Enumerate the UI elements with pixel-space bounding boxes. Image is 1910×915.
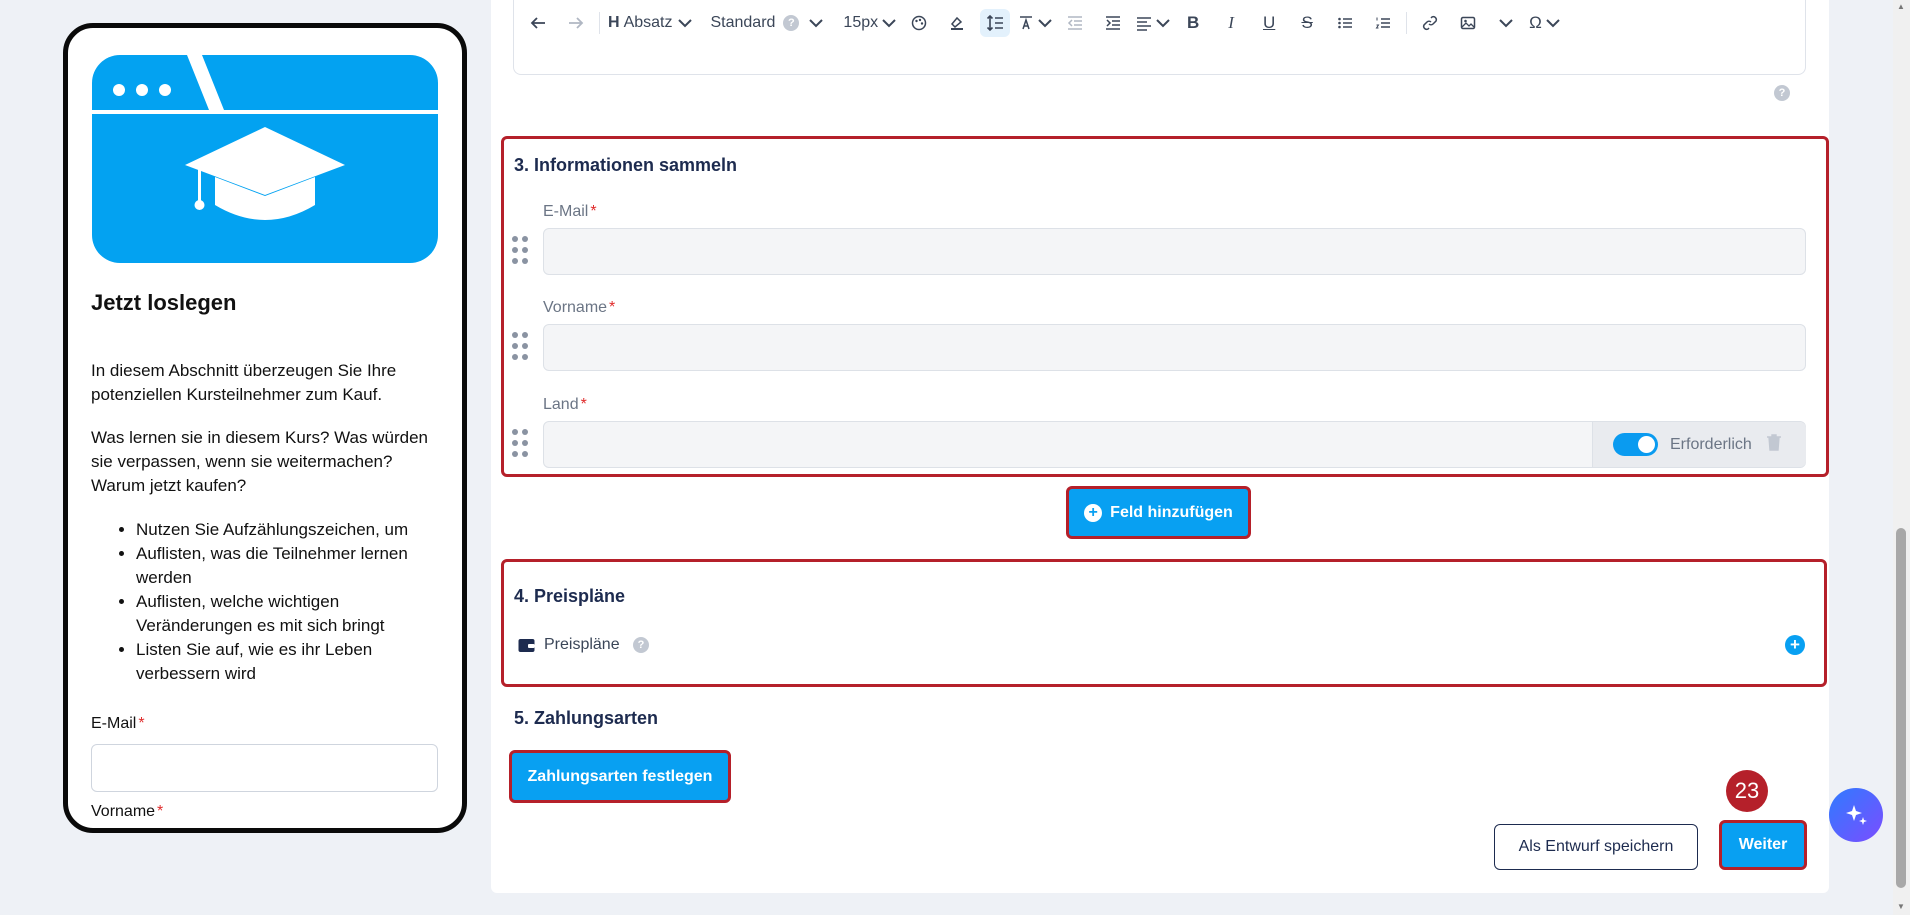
scroll-up-icon[interactable]: ▲ bbox=[1896, 2, 1906, 12]
underline-icon[interactable]: U bbox=[1254, 9, 1284, 37]
align-icon[interactable] bbox=[1136, 9, 1170, 37]
preview-bullet-list: Nutzen Sie Aufzählungszeichen, um Auflis… bbox=[91, 518, 451, 686]
required-toggle-label: Erforderlich bbox=[1670, 435, 1752, 453]
image-icon[interactable] bbox=[1453, 9, 1483, 37]
required-toggle[interactable] bbox=[1613, 433, 1658, 456]
list-item: Auflisten, was die Teilnehmer lernen wer… bbox=[136, 542, 451, 590]
chevron-down-icon bbox=[1156, 18, 1170, 28]
redo-icon[interactable] bbox=[561, 9, 591, 37]
preview-firstname-label: Vorname * bbox=[91, 803, 164, 820]
link-icon[interactable] bbox=[1415, 9, 1445, 37]
line-height-icon[interactable] bbox=[980, 9, 1011, 37]
step-badge: 23 bbox=[1726, 770, 1768, 812]
preview-paragraph: Was lernen sie in diesem Kurs? Was würde… bbox=[91, 428, 428, 495]
drag-handle-icon[interactable] bbox=[512, 236, 530, 266]
strikethrough-icon[interactable]: S bbox=[1292, 9, 1322, 37]
list-item: Listen Sie auf, wie es ihr Leben verbess… bbox=[136, 638, 451, 686]
pricing-plans-label: Preispläne bbox=[544, 636, 620, 653]
heading-label: Absatz bbox=[623, 14, 673, 31]
firstname-field[interactable] bbox=[543, 324, 1806, 371]
field-label-email: E-Mail * bbox=[543, 203, 597, 220]
preview-paragraph: In diesem Abschnitt überzeugen Sie Ihre … bbox=[91, 361, 397, 404]
section-title: 4. Preispläne bbox=[514, 586, 626, 606]
special-char-icon[interactable]: Ω bbox=[1529, 9, 1560, 37]
required-controls: Erforderlich bbox=[1592, 422, 1806, 467]
drag-handle-icon[interactable] bbox=[512, 332, 530, 362]
palette-icon[interactable] bbox=[904, 9, 934, 37]
toolbar-divider bbox=[1406, 12, 1408, 34]
italic-icon[interactable]: I bbox=[1216, 9, 1246, 37]
plus-icon: + bbox=[1084, 503, 1103, 522]
font-label: Standard bbox=[710, 14, 776, 31]
chevron-down-icon bbox=[1546, 18, 1560, 28]
text-style-icon[interactable] bbox=[1018, 9, 1052, 37]
set-payment-methods-button[interactable]: Zahlungsarten festlegen bbox=[509, 750, 731, 803]
chevron-down-icon bbox=[882, 18, 896, 28]
font-size-dropdown[interactable]: 15px bbox=[843, 9, 896, 37]
course-hero-image bbox=[92, 55, 438, 263]
editor-toolbar: H Absatz Standard ? 15px B I U S Ω bbox=[523, 9, 1568, 37]
help-icon[interactable]: ? bbox=[633, 637, 649, 653]
highlight-icon[interactable] bbox=[942, 9, 972, 37]
add-plan-icon[interactable]: + bbox=[1785, 635, 1805, 655]
section-title: 3. Informationen sammeln bbox=[514, 155, 738, 175]
next-label: Weiter bbox=[1738, 836, 1788, 853]
add-field-button[interactable]: + Feld hinzufügen bbox=[1066, 486, 1251, 539]
chevron-down-icon[interactable] bbox=[1491, 9, 1521, 37]
add-field-label: Feld hinzufügen bbox=[1110, 503, 1233, 521]
bold-icon[interactable]: B bbox=[1178, 9, 1208, 37]
list-item: Auflisten, welche wichtigen Veränderunge… bbox=[136, 590, 451, 638]
section-title: 5. Zahlungsarten bbox=[514, 708, 659, 728]
numbered-list-icon[interactable] bbox=[1368, 9, 1398, 37]
next-button[interactable]: Weiter bbox=[1719, 820, 1807, 870]
scrollbar-thumb[interactable] bbox=[1896, 528, 1906, 888]
preview-email-label: E-Mail * bbox=[91, 715, 145, 732]
chevron-down-icon bbox=[1038, 18, 1052, 28]
chevron-down-icon bbox=[678, 18, 693, 28]
heading-icon: H bbox=[608, 14, 620, 31]
field-label-firstname: Vorname * bbox=[543, 299, 616, 316]
graduation-cap-icon bbox=[92, 55, 438, 220]
save-draft-button[interactable]: Als Entwurf speichern bbox=[1494, 824, 1698, 870]
course-preview-phone: Jetzt loslegen In diesem Abschnitt überz… bbox=[63, 23, 467, 833]
heading-dropdown[interactable]: H Absatz bbox=[608, 9, 693, 37]
list-item: Nutzen Sie Aufzählungszeichen, um bbox=[136, 518, 451, 542]
field-label-country: Land * bbox=[543, 396, 587, 413]
email-field[interactable] bbox=[543, 228, 1806, 275]
outdent-icon[interactable] bbox=[1060, 9, 1090, 37]
font-family-dropdown[interactable]: Standard ? bbox=[710, 9, 824, 37]
preview-email-input[interactable] bbox=[91, 744, 438, 792]
section-pricing-plans bbox=[501, 559, 1827, 687]
preview-title: Jetzt loslegen bbox=[91, 290, 237, 315]
help-icon[interactable]: ? bbox=[1774, 85, 1790, 101]
ai-assistant-button[interactable] bbox=[1829, 788, 1883, 842]
wallet-icon bbox=[518, 637, 535, 658]
trash-icon[interactable] bbox=[1766, 433, 1782, 456]
undo-icon[interactable] bbox=[523, 9, 553, 37]
sparkle-icon bbox=[1846, 805, 1867, 825]
font-size-label: 15px bbox=[843, 14, 879, 31]
indent-icon[interactable] bbox=[1098, 9, 1128, 37]
help-icon: ? bbox=[783, 15, 800, 31]
toolbar-divider bbox=[599, 12, 600, 34]
bullet-list-icon[interactable] bbox=[1330, 9, 1360, 37]
set-payment-methods-label: Zahlungsarten festlegen bbox=[527, 767, 713, 785]
chevron-down-icon bbox=[809, 18, 824, 28]
scroll-down-icon[interactable]: ▼ bbox=[1896, 902, 1906, 912]
drag-handle-icon[interactable] bbox=[512, 429, 530, 459]
